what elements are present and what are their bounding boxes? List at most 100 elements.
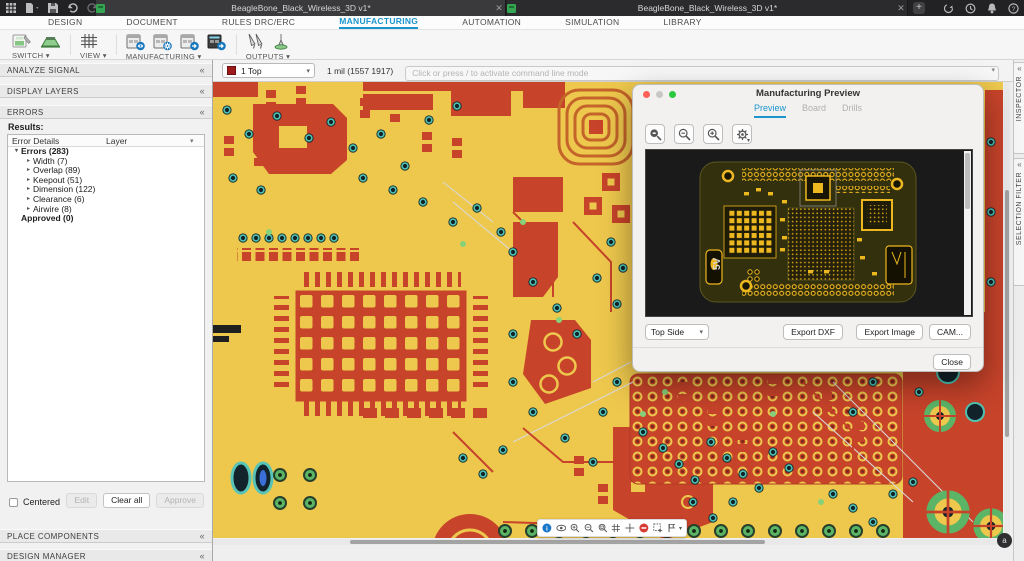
visibility-eye-icon[interactable] [556,522,567,534]
approve-button[interactable]: Approve [156,493,204,508]
undo-icon[interactable] [67,3,78,13]
tab-drills[interactable]: Drills [842,103,862,118]
selection-box-icon[interactable] [653,522,664,534]
board-preview-viewport[interactable]: 5V [645,149,973,317]
switch-dropdown-label[interactable]: SWITCH ▾ [12,51,61,60]
crosshair-icon[interactable] [625,522,635,534]
document-tab-inactive[interactable]: BeagleBone_Black_Wireless_3D v1* ✕ [507,0,908,16]
zoom-in-icon[interactable] [570,522,580,534]
collapse-icon[interactable]: « [200,66,205,74]
col-error-details[interactable]: Error Details [8,136,106,146]
outputs-probes-icon[interactable] [246,33,266,50]
view-grid-icon[interactable] [80,33,98,49]
export-image-button[interactable]: Export Image [856,324,923,340]
collapse-icon[interactable]: « [200,532,205,540]
zoom-fit-button[interactable] [645,124,665,144]
inspector-tab[interactable]: « INSPECTOR [1013,62,1024,154]
close-button[interactable]: Close [933,354,971,370]
cam-button[interactable]: CAM... [929,324,971,340]
window-zoom-traffic-icon[interactable] [669,91,676,98]
side-select-caret-icon: ▾ [699,328,703,336]
outputs-drill-icon[interactable] [273,33,289,50]
horizontal-scrollbar[interactable] [213,539,1003,545]
menu-document[interactable]: DOCUMENT [126,17,178,28]
command-history-caret-icon[interactable]: ▾ [991,66,995,74]
flag-dropdown-caret-icon[interactable]: ▾ [679,525,682,532]
vscroll-thumb[interactable] [1005,190,1009,437]
results-label: Results: [8,122,44,132]
clock-icon[interactable] [965,3,976,14]
notification-bell-icon[interactable] [987,3,997,14]
app-grid-icon[interactable] [6,3,16,13]
menu-automation[interactable]: AUTOMATION [462,17,521,28]
view-dropdown-label[interactable]: VIEW ▾ [80,51,107,60]
vertical-scrollbar[interactable] [1004,82,1010,538]
panel-errors[interactable]: ERRORS « [0,105,212,119]
collapse-icon[interactable]: « [200,552,205,560]
tab-preview[interactable]: Preview [754,103,786,118]
command-line-input[interactable] [405,66,999,81]
zoom-in-button[interactable] [703,124,723,144]
info-icon[interactable]: i [542,522,552,534]
ribbon-group-manufacturing: MANUFACTURING ▾ [118,30,235,59]
panel-display-layers[interactable]: DISPLAY LAYERS « [0,84,212,98]
export-dxf-button[interactable]: Export DXF [783,324,843,340]
zoom-fit-icon[interactable] [598,522,608,534]
mfg-settings-gear-icon[interactable] [153,33,173,51]
panel-label: ERRORS [7,108,44,117]
col-layer[interactable]: Layer [106,136,190,146]
menu-simulation[interactable]: SIMULATION [565,17,619,28]
pcb-doc-icon [507,4,516,13]
outputs-dropdown-label[interactable]: OUTPUTS ▾ [246,52,290,61]
dialog-header[interactable]: Manufacturing Preview [633,85,983,103]
mfg-preview-eye-icon[interactable] [126,33,146,51]
zoom-out-icon[interactable] [584,522,594,534]
new-tab-button[interactable]: + [913,2,925,14]
flag-marker-icon[interactable] [667,522,677,534]
layer-value: 1 Top [241,66,262,76]
tree-row-approved[interactable]: Approved (0) [8,214,204,224]
edit-button[interactable]: Edit [66,493,97,508]
grid-toggle-icon[interactable] [611,522,621,534]
window-close-traffic-icon[interactable] [643,91,650,98]
switch-board-icon[interactable] [12,33,32,49]
layer-select[interactable]: 1 Top ▾ [222,63,315,78]
preview-scroll-thumb[interactable] [965,153,970,209]
window-minimize-traffic-icon[interactable] [656,91,663,98]
save-icon[interactable] [48,3,58,13]
collapse-icon[interactable]: « [200,87,205,95]
menu-manufacturing[interactable]: MANUFACTURING [339,16,418,29]
hscroll-thumb[interactable] [350,540,765,544]
sync-icon[interactable] [943,3,954,14]
switch-component-icon[interactable] [39,33,61,49]
assistant-button[interactable]: a [997,533,1012,548]
panel-analyze-signal[interactable]: ANALYZE SIGNAL « [0,63,212,77]
centered-checkbox[interactable] [9,498,18,507]
dialog-controls: Top Side ▾ Export DXF Export Image CAM..… [633,317,983,347]
mfg-export-arrow-icon[interactable] [180,33,200,51]
file-menu-icon[interactable] [25,3,39,13]
help-icon[interactable]: ? [1008,3,1019,14]
document-tab-active[interactable]: BeagleBone_Black_Wireless_3D v1* ✕ [96,0,506,16]
preview-scrollbar[interactable] [964,151,971,315]
clear-all-button[interactable]: Clear all [103,493,150,508]
menu-library[interactable]: LIBRARY [663,17,701,28]
tab-close-icon[interactable]: ✕ [895,3,907,14]
preview-settings-button[interactable]: ▾ [732,124,752,144]
menu-rules-drc-erc[interactable]: RULES DRC/ERC [222,17,295,28]
tab-close-icon[interactable]: ✕ [493,3,505,14]
ribbon-group-switch: SWITCH ▾ [4,30,69,59]
manufacturing-dropdown-label[interactable]: MANUFACTURING ▾ [126,52,227,61]
left-sidebar: ANALYZE SIGNAL « DISPLAY LAYERS « ERRORS… [0,60,213,561]
panel-design-manager[interactable]: DESIGN MANAGER « [0,549,212,561]
menu-design[interactable]: DESIGN [48,17,82,28]
selection-filter-tab[interactable]: « SELECTION FILTER [1013,158,1024,286]
panel-place-components[interactable]: PLACE COMPONENTS « [0,529,212,543]
column-menu-caret-icon[interactable]: ▾ [190,137,204,145]
tab-board[interactable]: Board [802,103,826,118]
zoom-out-button[interactable] [674,124,694,144]
stop-remove-icon[interactable] [639,522,649,534]
mfg-cam-export-icon[interactable] [207,33,227,51]
collapse-icon[interactable]: « [200,108,205,116]
side-select[interactable]: Top Side ▾ [645,324,709,340]
